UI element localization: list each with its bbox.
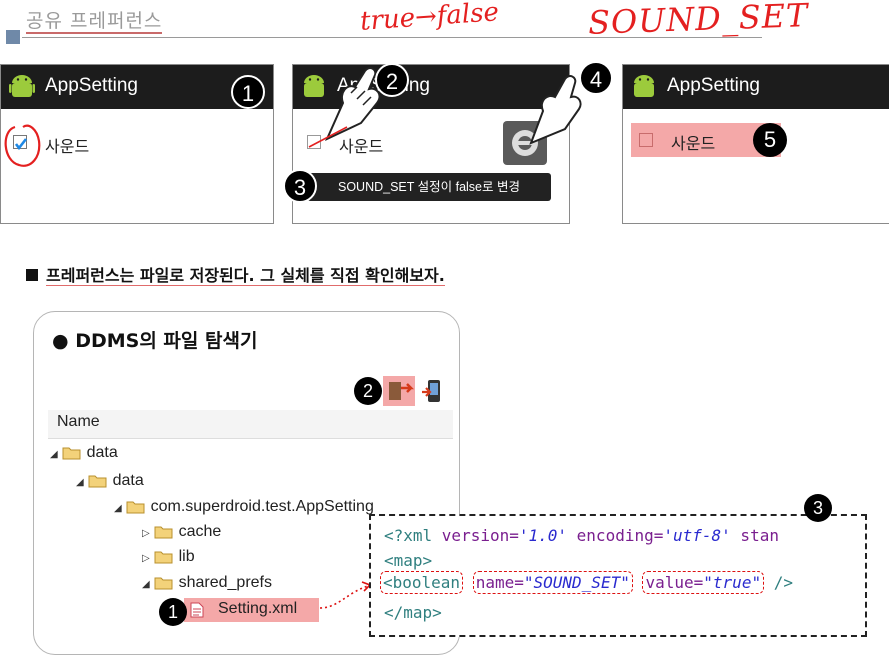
xml-line-4: </map> xyxy=(384,603,442,622)
handwriting-true-false: true→false xyxy=(359,0,500,37)
step-badge-1: 1 xyxy=(231,75,265,109)
hand-pointer-icon xyxy=(529,75,582,145)
red-stroke-annotation xyxy=(308,126,348,148)
phone-screen-3: AppSetting 사운드 5 xyxy=(622,64,889,224)
pull-file-icon xyxy=(389,382,415,400)
tree-label: Setting.xml xyxy=(218,600,298,617)
tree-label: data xyxy=(86,444,118,461)
slide-title: 공유 프레퍼런스 xyxy=(26,10,163,34)
folder-icon xyxy=(154,551,173,564)
folder-open-icon xyxy=(154,577,173,590)
checkbox-label: 사운드 xyxy=(671,134,716,153)
expanded-arrow-icon: ◢ xyxy=(50,449,58,460)
xml-line-2: <map> xyxy=(384,551,433,570)
folder-open-icon xyxy=(126,501,145,514)
android-icon xyxy=(634,75,654,97)
collapsed-arrow-icon: ▷ xyxy=(142,553,150,564)
boolean-tag: <boolean xyxy=(380,571,464,594)
step-badge-5: 5 xyxy=(753,123,787,157)
title-bullet xyxy=(6,30,20,44)
step-badge-3b: 3 xyxy=(804,494,832,522)
expanded-arrow-icon: ◢ xyxy=(76,477,84,488)
column-header-name: Name xyxy=(57,413,100,430)
action-bar: AppSetting xyxy=(623,65,889,109)
push-file-button[interactable] xyxy=(420,376,446,406)
name-attribute: name="SOUND_SET" xyxy=(472,571,633,594)
value-attribute: value="true" xyxy=(642,571,765,594)
app-title: AppSetting xyxy=(667,75,760,96)
red-circle-annotation xyxy=(4,124,41,167)
tree-row[interactable]: ◢ com.superdroid.test.AppSetting xyxy=(114,498,374,516)
tree-label: com.superdroid.test.AppSetting xyxy=(150,498,374,515)
collapsed-arrow-icon: ▷ xyxy=(142,528,150,539)
pull-file-button[interactable] xyxy=(383,376,415,406)
expanded-arrow-icon: ◢ xyxy=(142,579,150,590)
folder-open-icon xyxy=(88,475,107,488)
app-title: AppSetting xyxy=(45,75,138,96)
step-badge-4: 4 xyxy=(579,61,613,95)
xml-file-icon xyxy=(190,602,204,618)
handwriting-sound-set: SOUND_SET xyxy=(587,0,810,42)
tree-label: data xyxy=(112,472,144,489)
expanded-arrow-icon: ◢ xyxy=(114,503,122,514)
folder-icon xyxy=(154,526,173,539)
step-badge-1b: 1 xyxy=(159,598,187,626)
push-file-icon xyxy=(422,380,440,402)
section-heading: 프레퍼런스는 파일로 저장된다. 그 실체를 직접 확인해보자. xyxy=(26,262,445,286)
xml-line-1: <?xml version='1.0' encoding='utf-8' sta… xyxy=(384,526,779,545)
step-badge-2: 2 xyxy=(375,63,409,97)
tree-label: shared_prefs xyxy=(178,574,272,591)
tree-row[interactable]: ◢ shared_prefs xyxy=(142,574,272,592)
phone-screen-2: AppSetting 사운드 2 4 SOUND_SET 설정이 false로 … xyxy=(283,61,613,224)
step-badge-3: 3 xyxy=(283,169,317,203)
folder-open-icon xyxy=(62,447,81,460)
sound-checkbox[interactable] xyxy=(639,133,653,147)
column-header[interactable]: Name xyxy=(48,410,453,439)
tree-row[interactable]: ▷ lib xyxy=(142,548,195,566)
tree-row-setting-xml[interactable]: Setting.xml xyxy=(184,598,319,622)
step-badge-2b: 2 xyxy=(354,377,382,405)
tree-row[interactable]: ◢ data xyxy=(76,472,144,490)
square-bullet xyxy=(26,269,38,281)
xml-line-3: <boolean name="SOUND_SET" value="true" /… xyxy=(380,571,793,594)
ddms-title: ● DDMS의 파일 탐색기 xyxy=(52,330,258,352)
tree-label: cache xyxy=(178,523,222,540)
toast-message: SOUND_SET 설정이 false로 변경 xyxy=(307,173,551,201)
tree-label: lib xyxy=(178,548,195,565)
tree-row[interactable]: ◢ data xyxy=(50,444,118,462)
tree-row[interactable]: ▷ cache xyxy=(142,523,221,541)
connector-arrow xyxy=(319,581,372,609)
phone-screen-1: AppSetting 1 사운드 xyxy=(0,64,274,224)
android-icon xyxy=(9,75,35,97)
